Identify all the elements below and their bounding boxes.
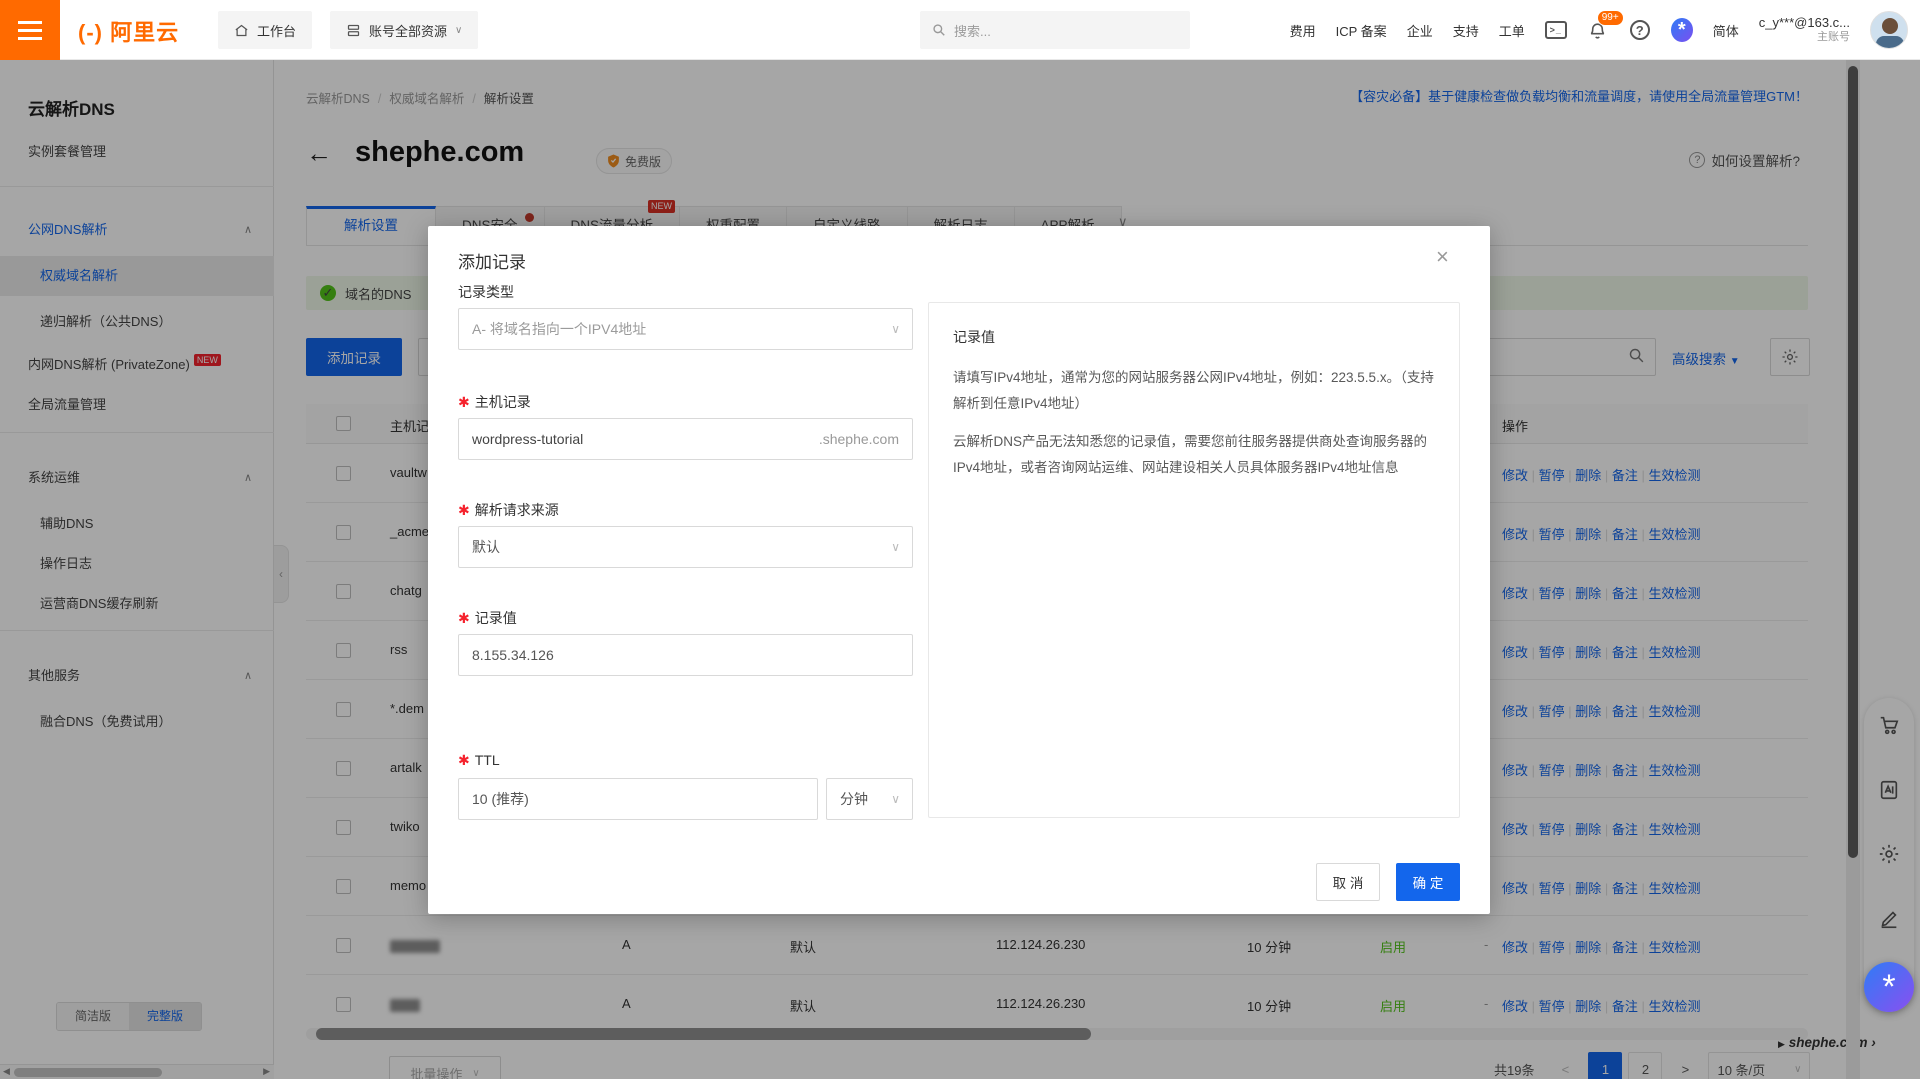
resolution-line-select[interactable]: 默认∨: [458, 526, 913, 568]
help-question-icon[interactable]: ?: [1629, 19, 1651, 41]
ttl-input[interactable]: 10 (推荐): [458, 778, 818, 820]
avatar[interactable]: [1870, 11, 1908, 49]
chevron-down-icon: ∨: [891, 540, 900, 554]
language-switcher[interactable]: 简体: [1713, 21, 1739, 40]
help-paragraph-1: 请填写IPv4地址，通常为您的网站服务器公网IPv4地址，例如：223.5.5.…: [953, 365, 1435, 417]
help-panel-title: 记录值: [953, 327, 1435, 347]
workbench-button[interactable]: 工作台: [218, 11, 312, 49]
tongyi-assistant-icon[interactable]: *: [1671, 19, 1693, 41]
app-root: (-) 阿里云 工作台 账号全部资源 ∨ 搜索... 费用 ICP 备案 企业 …: [0, 0, 1920, 1079]
chevron-down-icon: ∨: [455, 25, 462, 36]
account-menu[interactable]: c_y***@163.c... 主账号: [1759, 15, 1850, 45]
host-record-label: ✱主机记录: [458, 392, 531, 412]
nav-support[interactable]: 支持: [1453, 21, 1479, 40]
modal-title: 添加记录: [458, 248, 526, 273]
top-navbar: (-) 阿里云 工作台 账号全部资源 ∨ 搜索... 费用 ICP 备案 企业 …: [0, 0, 1920, 60]
resource-list-icon: [346, 23, 361, 38]
help-paragraph-2: 云解析DNS产品无法知悉您的记录值，需要您前往服务器提供商处查询服务器的IPv4…: [953, 429, 1435, 481]
global-search-input[interactable]: 搜索...: [920, 11, 1190, 49]
ttl-label: ✱TTL: [458, 752, 500, 769]
record-type-select[interactable]: A- 将域名指向一个IPV4地址∨: [458, 308, 913, 350]
nav-icp[interactable]: ICP 备案: [1336, 21, 1387, 40]
chevron-down-icon: ∨: [891, 322, 900, 336]
host-suffix: .shephe.com: [819, 431, 899, 447]
cancel-button[interactable]: 取 消: [1316, 863, 1380, 901]
home-icon: [234, 23, 249, 38]
record-type-label: 记录类型: [458, 282, 514, 302]
account-resources-dropdown[interactable]: 账号全部资源 ∨: [330, 11, 478, 49]
confirm-button[interactable]: 确 定: [1396, 863, 1460, 901]
record-value-help-panel: 记录值 请填写IPv4地址，通常为您的网站服务器公网IPv4地址，例如：223.…: [928, 302, 1460, 818]
resolution-line-label: ✱解析请求来源: [458, 500, 559, 520]
notification-bell-icon[interactable]: 99+: [1587, 19, 1609, 41]
hamburger-menu-icon[interactable]: [0, 0, 60, 60]
resources-label: 账号全部资源: [369, 21, 447, 40]
ttl-unit-select[interactable]: 分钟∨: [826, 778, 913, 820]
notification-badge: 99+: [1597, 10, 1624, 26]
workbench-label: 工作台: [257, 21, 296, 40]
record-value-label: ✱记录值: [458, 608, 517, 628]
ai-assistant-button[interactable]: *: [1864, 962, 1914, 1012]
record-value-input[interactable]: 8.155.34.126: [458, 634, 913, 676]
add-record-modal: 添加记录 × 记录类型 A- 将域名指向一个IPV4地址∨ ✱主机记录 word…: [428, 226, 1490, 914]
nav-billing[interactable]: 费用: [1290, 21, 1316, 40]
chevron-down-icon: ∨: [891, 792, 900, 806]
close-icon[interactable]: ×: [1436, 244, 1449, 270]
account-type: 主账号: [1817, 30, 1850, 45]
search-icon: [932, 23, 946, 37]
host-record-input[interactable]: wordpress-tutorial.shephe.com: [458, 418, 913, 460]
nav-enterprise[interactable]: 企业: [1407, 21, 1433, 40]
aliyun-logo[interactable]: (-) 阿里云: [78, 15, 179, 47]
search-placeholder: 搜索...: [954, 21, 991, 40]
navbar-right-group: 费用 ICP 备案 企业 支持 工单 >_ 99+ ? * 简体 c_y***@…: [1290, 0, 1908, 60]
nav-tickets[interactable]: 工单: [1499, 21, 1525, 40]
cloudshell-icon[interactable]: >_: [1545, 19, 1567, 41]
account-email: c_y***@163.c...: [1759, 15, 1850, 30]
